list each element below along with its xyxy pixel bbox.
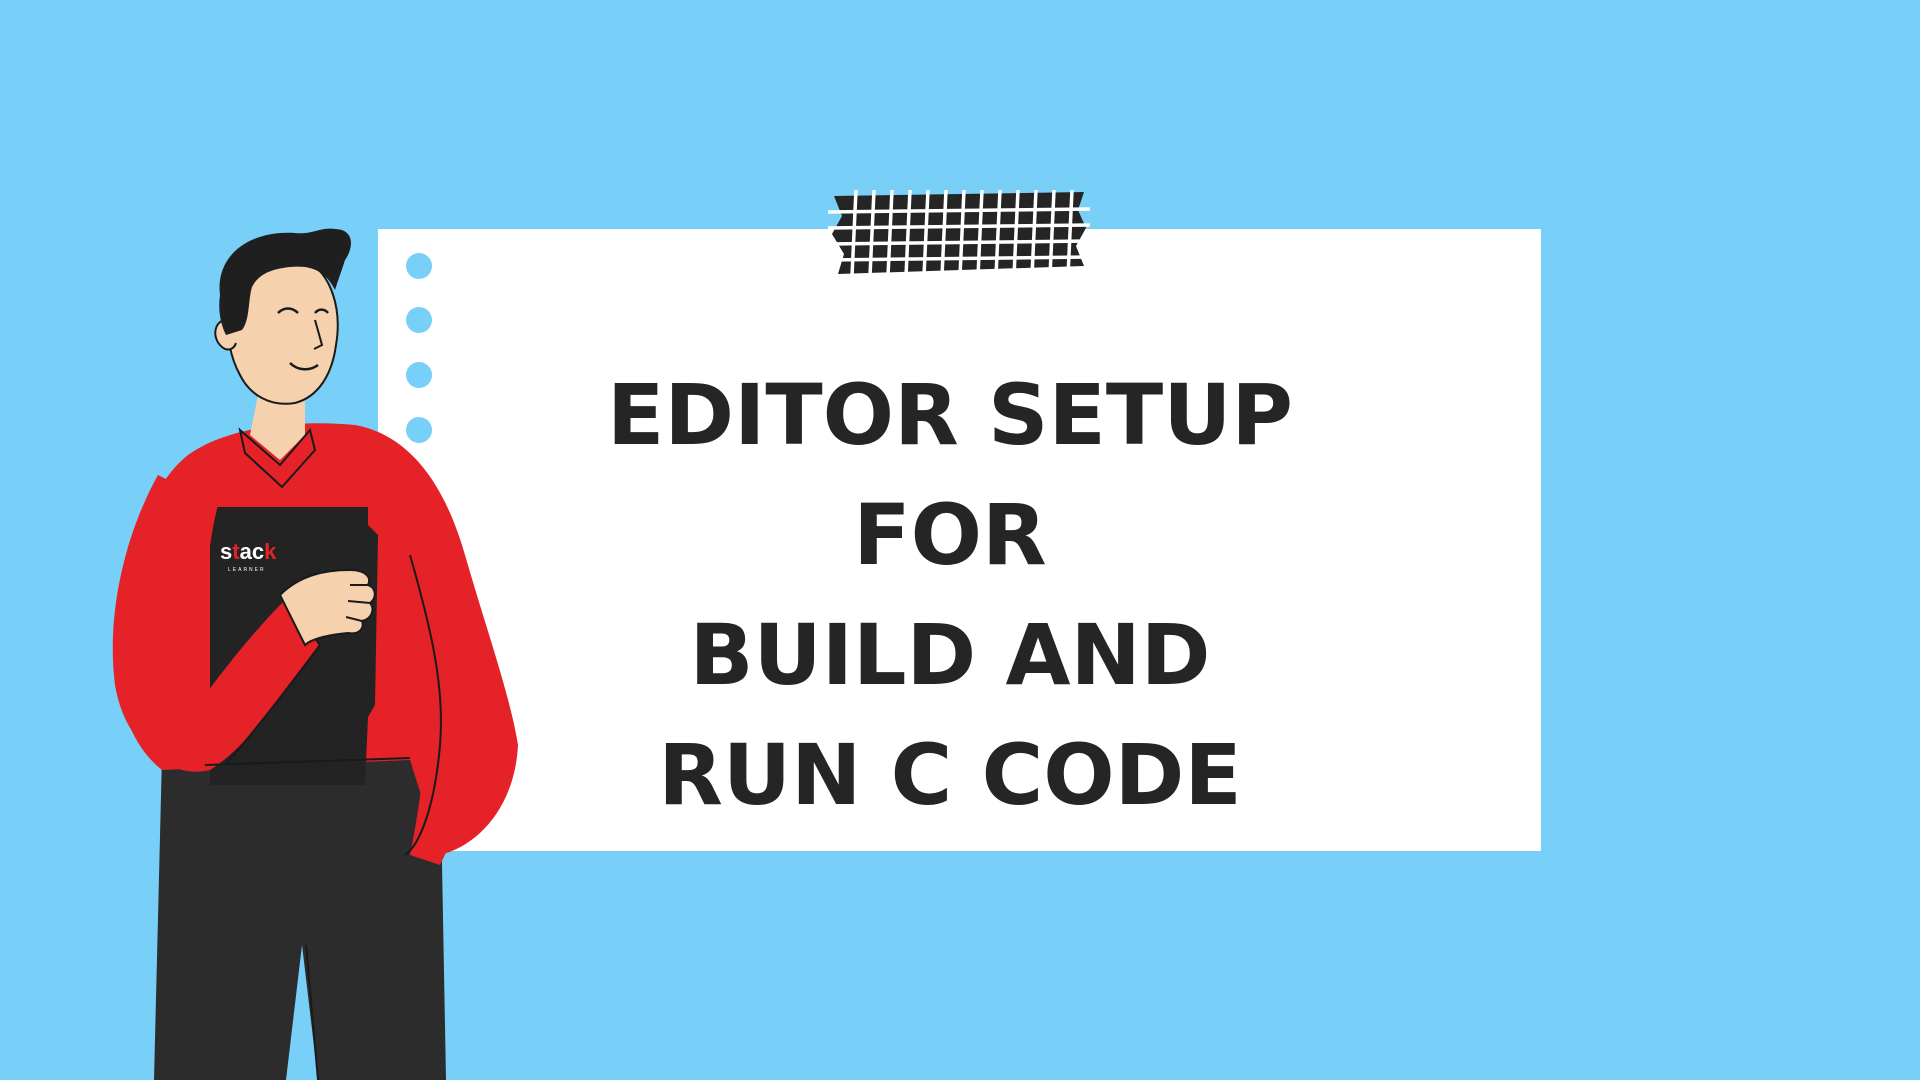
thumbnail-title: EDITOR SETUP FOR BUILD AND RUN C CODE: [560, 355, 1340, 835]
grid-tape-icon: [828, 190, 1090, 276]
title-line: FOR: [853, 486, 1047, 584]
thumbnail-canvas: EDITOR SETUP FOR BUILD AND RUN C CODE st…: [0, 0, 1920, 1080]
pants: [154, 755, 446, 1080]
title-line: BUILD AND: [689, 606, 1211, 704]
title-line: RUN C CODE: [658, 726, 1242, 824]
title-line: EDITOR SETUP: [607, 366, 1293, 464]
person-holding-book-icon: stack LEARNER: [112, 228, 518, 1080]
book-logo-subtext: LEARNER: [228, 567, 266, 573]
book-logo: stack: [220, 539, 277, 564]
